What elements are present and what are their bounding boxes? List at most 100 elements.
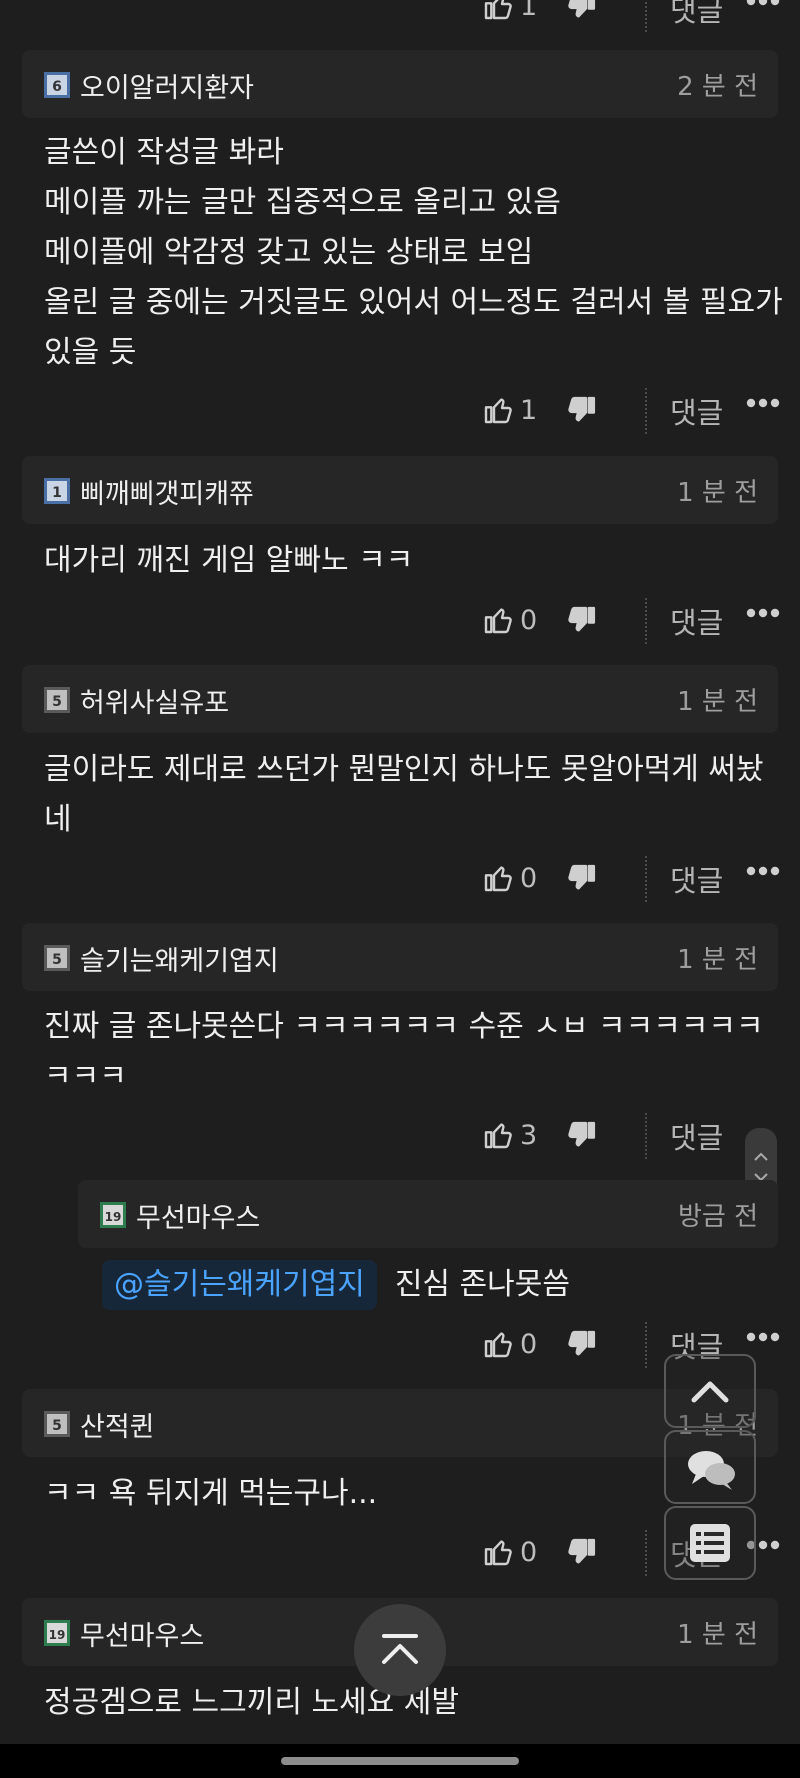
timestamp: 1 분 전	[677, 687, 758, 717]
divider	[645, 598, 647, 644]
svg-text:19: 19	[105, 1210, 122, 1224]
nickname[interactable]: 슬기는왜케기엽지	[80, 939, 279, 978]
comment-actions: 0 댓글	[0, 590, 800, 650]
like-button[interactable]: 0	[482, 1536, 537, 1568]
reply-header: 19 무선마우스 방금 전	[78, 1180, 778, 1248]
comment-header: 1 삐깨삐갯피캐쮸 1 분 전	[22, 456, 778, 524]
comment-header: 5 허위사실유포 1 분 전	[22, 665, 778, 733]
chat-icon	[688, 1451, 735, 1490]
level-badge-icon: 5	[44, 945, 70, 971]
thumbs-up-icon	[482, 1328, 514, 1360]
like-button[interactable]: 3	[482, 1119, 537, 1151]
nickname[interactable]: 허위사실유포	[80, 681, 229, 720]
svg-text:5: 5	[52, 694, 62, 710]
like-count: 0	[520, 862, 538, 894]
more-icon[interactable]	[746, 1332, 780, 1342]
scroll-top-icon	[382, 1634, 418, 1664]
more-icon[interactable]	[746, 866, 780, 876]
comment-body: 대가리 깨진 게임 알빠노 ㅋㅋ	[44, 543, 414, 578]
nickname[interactable]: 오이알러지환자	[80, 66, 254, 105]
comment-body: 글이라도 제대로 쓰던가 뭔말인지 하나도 못알아먹게 써놨 네	[44, 752, 764, 837]
dislike-button[interactable]	[566, 604, 598, 636]
more-icon[interactable]	[746, 608, 780, 618]
timestamp: 1 분 전	[677, 1620, 758, 1650]
like-count: 0	[520, 1328, 538, 1360]
dislike-button[interactable]	[566, 1328, 598, 1360]
like-button[interactable]: 1	[482, 394, 537, 426]
scroll-top-button[interactable]	[354, 1604, 446, 1696]
thumbs-down-icon	[566, 862, 598, 894]
comment-body: 글쓴이 작성글 봐라 메이플 까는 글만 집중적으로 올리고 있음 메이플에 악…	[44, 135, 783, 370]
timestamp: 1 분 전	[677, 945, 758, 975]
more-icon[interactable]	[746, 0, 780, 6]
comment-actions: 3 댓글	[0, 1105, 800, 1165]
dislike-button[interactable]	[566, 862, 598, 894]
thumbs-down-icon	[566, 394, 598, 426]
level-badge-icon: 5	[44, 687, 70, 713]
scroll-up-button[interactable]	[664, 1354, 756, 1428]
thumbs-up-icon	[482, 394, 514, 426]
thumbs-up-icon	[482, 862, 514, 894]
mention-tag[interactable]: @슬기는왜케기엽지	[102, 1260, 377, 1310]
level-badge-icon: 1	[44, 478, 70, 504]
divider	[645, 0, 647, 32]
svg-text:6: 6	[52, 79, 62, 95]
nickname[interactable]: 무선마우스	[80, 1614, 204, 1653]
comment-header: 6 오이알러지환자 2 분 전	[22, 50, 778, 118]
comment-actions: 1 댓글	[0, 0, 800, 38]
thumbs-down-icon	[566, 1119, 598, 1151]
comments-button[interactable]	[664, 1430, 756, 1504]
divider	[645, 388, 647, 434]
dislike-button[interactable]	[566, 1119, 598, 1151]
like-count: 1	[520, 394, 538, 426]
reply-button[interactable]: 댓글	[670, 1115, 723, 1157]
nickname[interactable]: 산적퀸	[80, 1405, 155, 1444]
svg-text:19: 19	[49, 1628, 66, 1642]
thumbs-up-icon	[482, 0, 514, 22]
home-indicator[interactable]	[281, 1757, 519, 1765]
thumbs-up-icon	[482, 604, 514, 636]
divider	[645, 1530, 647, 1576]
dislike-button[interactable]	[566, 0, 598, 22]
like-count: 0	[520, 604, 538, 636]
timestamp: 2 분 전	[677, 72, 758, 102]
dislike-button[interactable]	[566, 394, 598, 426]
reply-button[interactable]: 댓글	[670, 600, 723, 642]
like-count: 3	[520, 1119, 538, 1151]
divider	[645, 856, 647, 902]
like-button[interactable]: 0	[482, 1328, 537, 1360]
like-count: 0	[520, 1536, 538, 1568]
chevron-up-icon	[691, 1381, 729, 1403]
thumbs-down-icon	[566, 604, 598, 636]
timestamp: 1 분 전	[677, 478, 758, 508]
level-badge-icon: 19	[44, 1620, 70, 1646]
like-button[interactable]: 1	[482, 0, 537, 22]
dislike-button[interactable]	[566, 1536, 598, 1568]
like-button[interactable]: 0	[482, 862, 537, 894]
timestamp: 방금 전	[677, 1202, 758, 1232]
thumbs-down-icon	[566, 0, 598, 22]
thumbs-down-icon	[566, 1536, 598, 1568]
like-count: 1	[520, 0, 538, 22]
reply-button[interactable]: 댓글	[670, 390, 723, 432]
divider	[645, 1113, 647, 1159]
nickname[interactable]: 무선마우스	[136, 1196, 260, 1235]
nickname[interactable]: 삐깨삐갯피캐쮸	[80, 472, 254, 511]
reply-button[interactable]: 댓글	[670, 0, 723, 30]
thumbs-down-icon	[566, 1328, 598, 1360]
reply-button[interactable]: 댓글	[670, 858, 723, 900]
more-icon[interactable]	[746, 398, 780, 408]
comment-actions: 0 댓글	[0, 848, 800, 908]
like-button[interactable]: 0	[482, 604, 537, 636]
level-badge-icon: 5	[44, 1411, 70, 1437]
level-badge-icon: 6	[44, 72, 70, 98]
reply-body: @슬기는왜케기엽지 진심 존나못씀	[102, 1260, 570, 1310]
comment-body: 진짜 글 존나못쓴다 ㅋㅋㅋㅋㅋㅋ 수준 ㅅㅂ ㅋㅋㅋㅋㅋㅋ ㅋㅋㅋ	[44, 1009, 764, 1094]
list-button[interactable]	[664, 1506, 756, 1580]
reply-text: 진심 존나못씀	[394, 1267, 570, 1302]
system-nav-bar	[0, 1744, 800, 1778]
comment-header: 5 슬기는왜케기엽지 1 분 전	[22, 923, 778, 991]
thumbs-up-icon	[482, 1119, 514, 1151]
svg-text:5: 5	[52, 1418, 62, 1434]
list-icon	[690, 1524, 730, 1562]
